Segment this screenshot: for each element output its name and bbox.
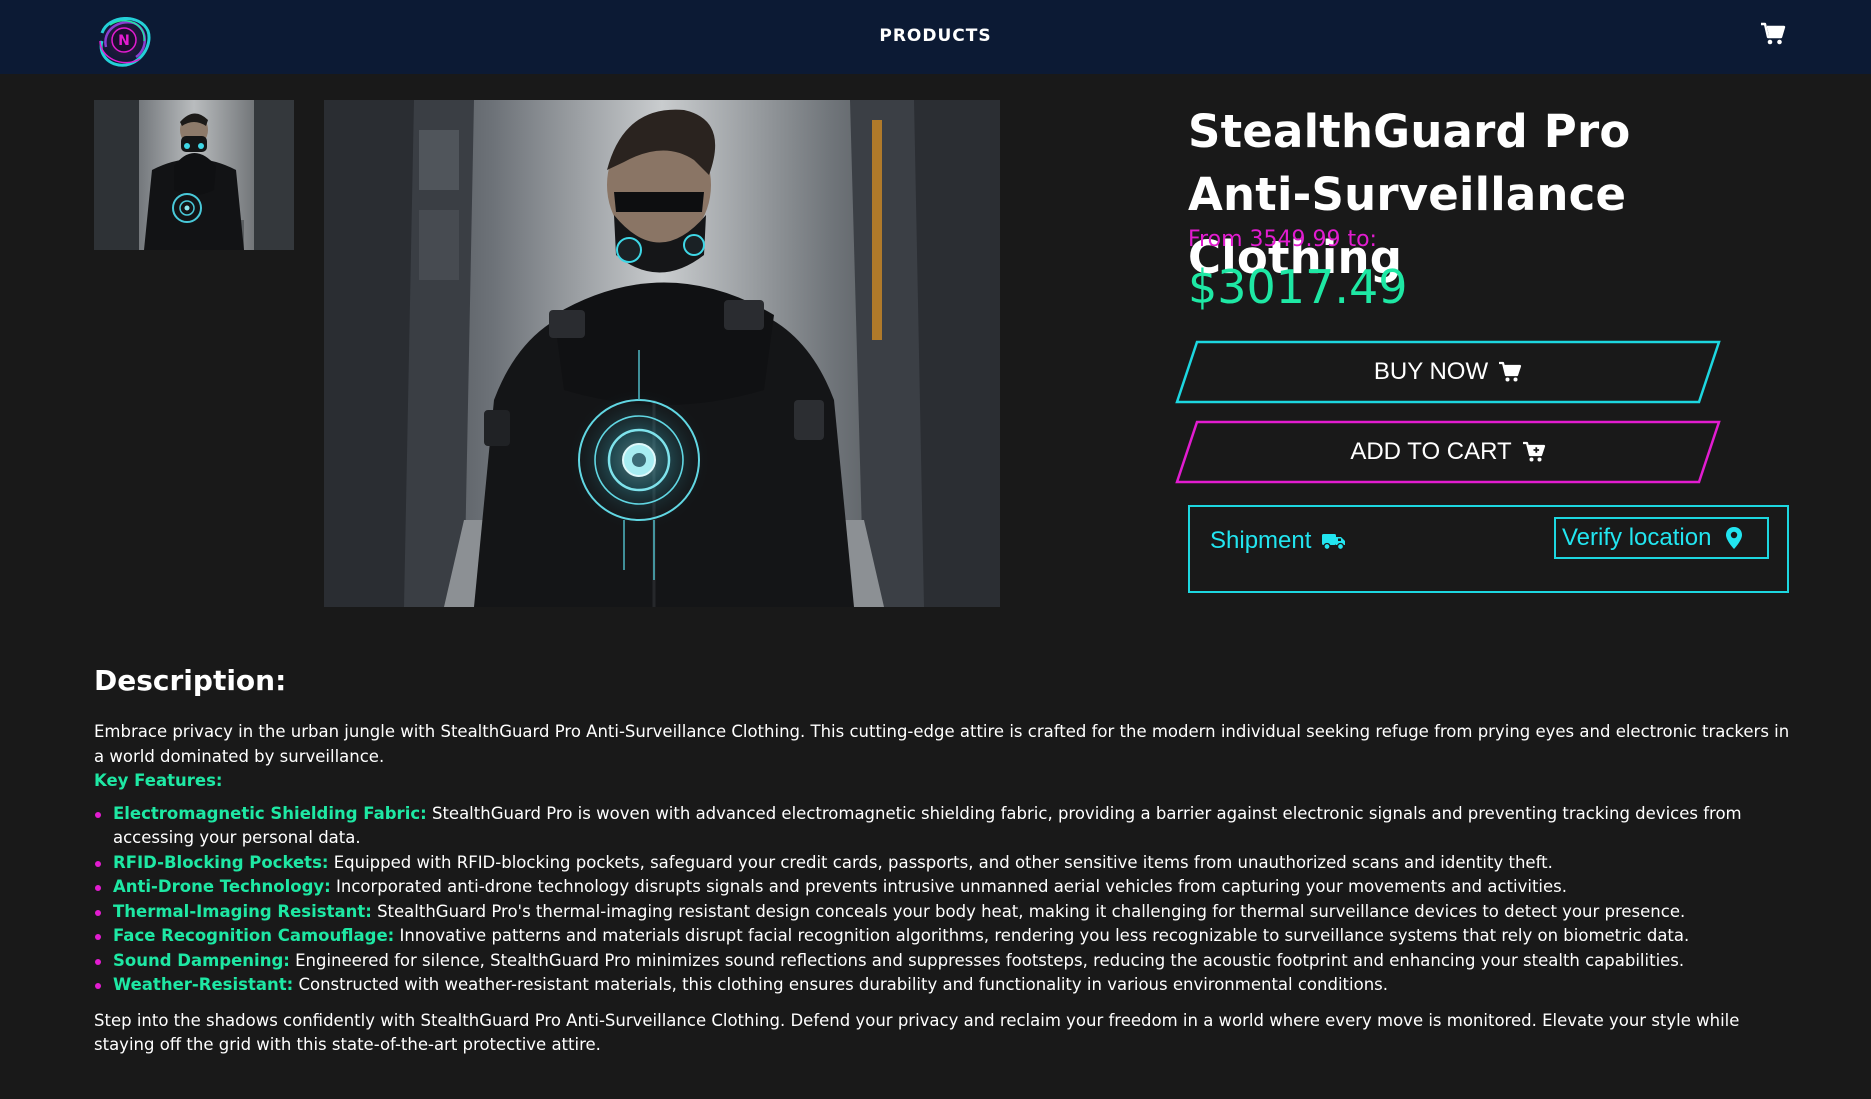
shipment-label-group: Shipment [1210,527,1347,555]
feature-name: Sound Dampening: [113,950,290,970]
verify-location-button[interactable]: Verify location [1554,517,1769,559]
nav-products-link[interactable]: PRODUCTS [879,26,991,46]
feature-text: Engineered for silence, StealthGuard Pro… [289,950,1685,970]
add-to-cart-label: ADD TO CART [1350,438,1512,465]
location-pin-icon [1725,526,1743,550]
shipment-panel: Shipment Verify location [1188,505,1789,593]
feature-name: Face Recognition Camouflage: [113,926,395,945]
cart-plus-icon [1522,441,1546,463]
shipment-label: Shipment [1210,527,1312,554]
feature-text: Constructed with weather-resistant mater… [293,975,1388,994]
buy-now-button[interactable]: BUY NOW [1175,340,1721,404]
description-body: Embrace privacy in the urban jungle with… [94,720,1794,1058]
feature-name: Anti-Drone Technology: [113,877,331,896]
nav-bar: PRODUCTS [0,26,1871,46]
feature-name: Weather-Resistant: [113,975,294,994]
feature-name: RFID-Blocking Pockets: [113,852,329,872]
description-intro: Embrace privacy in the urban jungle with… [94,722,1790,766]
feature-text: Innovative patterns and materials disrup… [394,926,1690,945]
product-price: $3017.49 [1188,260,1408,314]
feature-text: Equipped with RFID-blocking pockets, saf… [328,852,1553,872]
verify-location-label: Verify location [1562,524,1712,551]
list-item: Electromagnetic Shielding Fabric: Stealt… [94,802,1794,851]
list-item: Sound Dampening: Engineered for silence,… [94,949,1794,974]
list-item: Thermal-Imaging Resistant: StealthGuard … [94,900,1794,925]
list-item: Anti-Drone Technology: Incorporated anti… [94,875,1794,900]
feature-text: Incorporated anti-drone technology disru… [330,877,1568,896]
price-from-label: From 3549.99 to: [1188,227,1377,252]
feature-name: Electromagnetic Shielding Fabric: [113,803,427,823]
product-photo [324,100,1000,607]
description-closing: Step into the shadows confidently with S… [94,1010,1740,1055]
header-cart-button[interactable] [1760,22,1786,46]
cart-icon [1498,361,1522,383]
add-to-cart-button[interactable]: ADD TO CART [1175,420,1721,484]
buy-now-label: BUY NOW [1373,358,1489,385]
features-list: Electromagnetic Shielding Fabric: Stealt… [94,802,1794,998]
feature-name: Thermal-Imaging Resistant: [113,901,372,921]
truck-icon [1321,530,1347,552]
list-item: Face Recognition Camouflage: Innovative … [94,924,1794,949]
key-features-label: Key Features: [94,771,223,790]
product-main-image [324,100,1000,607]
product-thumbnail-image [94,100,294,250]
feature-text: StealthGuard Pro's thermal-imaging resis… [371,901,1686,921]
cart-icon [1761,22,1786,45]
description-heading: Description: [94,664,287,697]
product-thumbnail[interactable] [94,100,294,250]
top-navbar: N PRODUCTS [0,0,1871,74]
list-item: RFID-Blocking Pockets: Equipped with RFI… [94,851,1794,876]
list-item: Weather-Resistant: Constructed with weat… [94,973,1794,998]
